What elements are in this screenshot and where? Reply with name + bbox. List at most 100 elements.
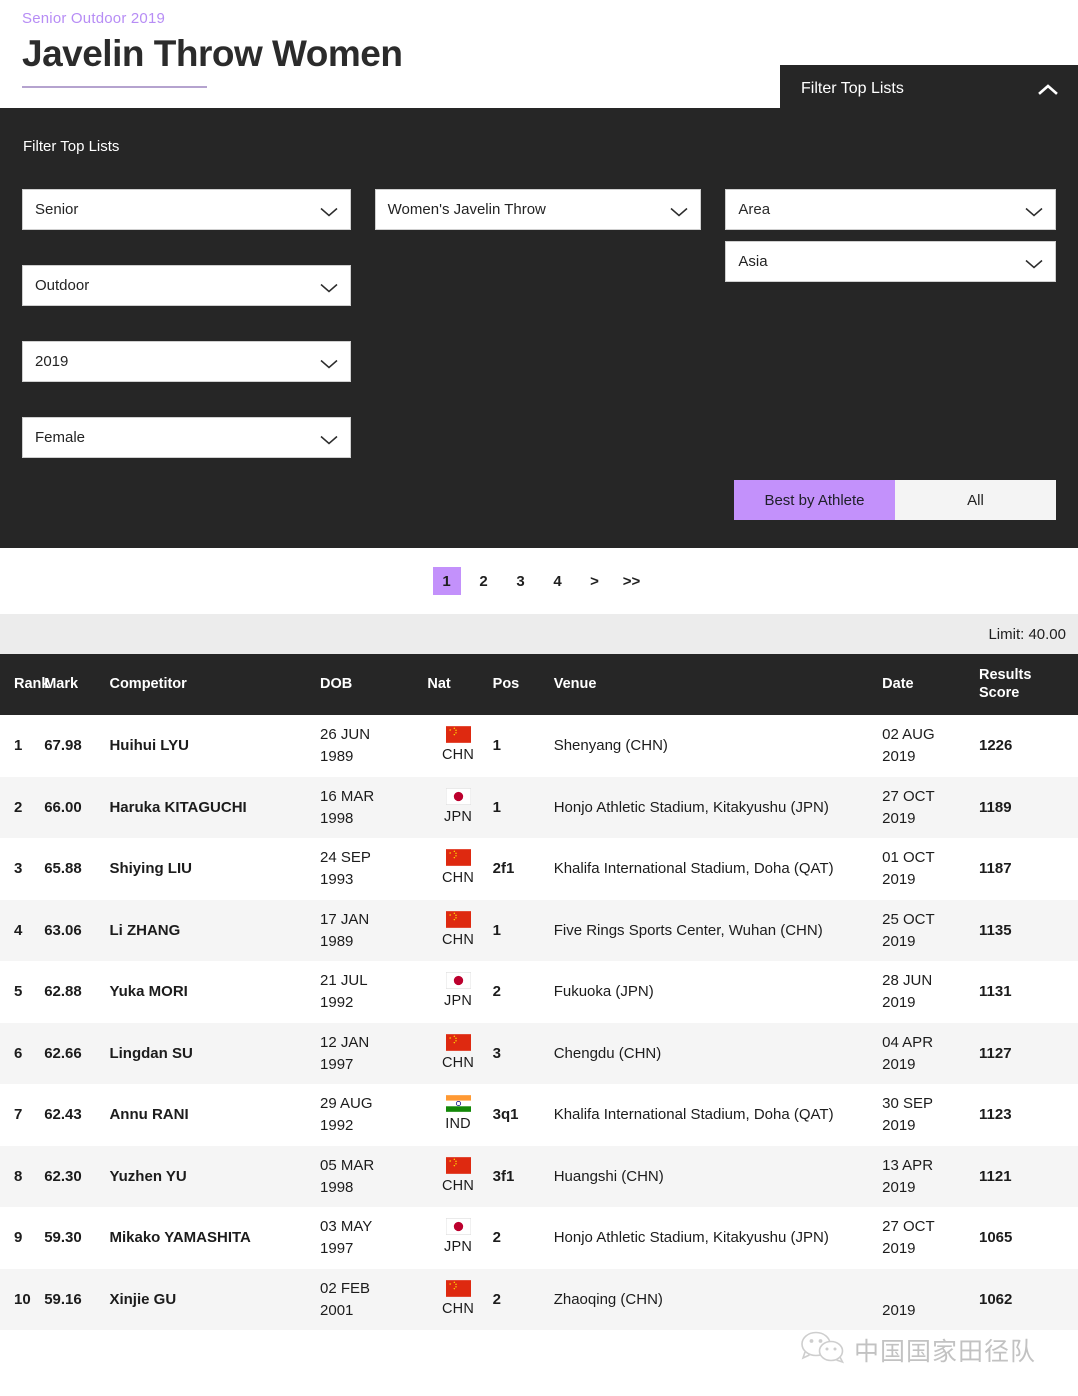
cell-competitor[interactable]: Annu RANI bbox=[109, 1084, 320, 1146]
select-discipline[interactable]: Women's Javelin Throw bbox=[374, 189, 702, 230]
select-region[interactable]: Asia bbox=[725, 241, 1056, 282]
cell-nationality: CHN bbox=[427, 715, 492, 777]
cell-date: 27 OCT 2019 bbox=[882, 787, 935, 827]
select-environment[interactable]: Outdoor bbox=[22, 265, 351, 306]
table-row[interactable]: 1 67.98 Huihui LYU 26 JUN 1989 CHN 1 Shenyang (… bbox=[0, 715, 1078, 777]
flag-india-icon bbox=[445, 1095, 471, 1112]
page-4-button[interactable]: 4 bbox=[544, 567, 572, 595]
cell-results-score: 1065 bbox=[979, 1229, 1013, 1247]
column-header-pos[interactable]: Pos bbox=[492, 654, 554, 716]
page-1-button[interactable]: 1 bbox=[432, 567, 461, 595]
page-2-button[interactable]: 2 bbox=[470, 567, 498, 595]
cell-position: 1 bbox=[492, 737, 501, 755]
filter-column-right: Area Asia bbox=[725, 189, 1056, 317]
pagination: 1 2 3 4 > >> bbox=[0, 548, 1078, 614]
column-header-competitor[interactable]: Competitor bbox=[109, 654, 321, 716]
nationality-code: CHN bbox=[442, 747, 475, 764]
cell-position: 2f1 bbox=[492, 860, 515, 878]
column-header-mark[interactable]: Mark bbox=[44, 654, 110, 716]
cell-dob: 17 JAN 1989 bbox=[320, 910, 370, 950]
cell-date: 13 APR 2019 bbox=[882, 1156, 934, 1196]
table-header-row: Rank Mark Competitor DOB Nat Pos Venue D… bbox=[0, 654, 1078, 716]
title-underline bbox=[22, 85, 207, 88]
select-gender[interactable]: Female bbox=[22, 417, 351, 458]
cell-mark: 67.98 bbox=[44, 737, 82, 755]
page-3-button[interactable]: 3 bbox=[507, 567, 535, 595]
toggle-best-by-athlete[interactable]: Best by Athlete bbox=[734, 480, 895, 520]
cell-position: 3 bbox=[492, 1044, 501, 1062]
table-row[interactable]: 8 62.30 Yuzhen YU 05 MAR 1998 CHN 3f1 Huangshi … bbox=[0, 1145, 1078, 1208]
cell-results-score: 1123 bbox=[979, 1106, 1012, 1124]
cell-nationality: JPN bbox=[427, 1207, 492, 1269]
cell-dob: 03 MAY 1997 bbox=[320, 1218, 373, 1258]
table-row[interactable]: 6 62.66 Lingdan SU 12 JAN 1997 CHN 3 Chengdu (C… bbox=[0, 1022, 1078, 1085]
cell-results-score: 1189 bbox=[979, 798, 1012, 816]
cell-position: 1 bbox=[492, 921, 501, 939]
next-page-button[interactable]: > bbox=[581, 567, 609, 595]
column-header-venue[interactable]: Venue bbox=[553, 654, 883, 716]
chevron-down-icon[interactable] bbox=[320, 280, 338, 292]
cell-rank: 7 bbox=[14, 1106, 23, 1124]
cell-rank: 1 bbox=[14, 737, 23, 755]
cell-position: 3q1 bbox=[492, 1106, 519, 1124]
toggle-all[interactable]: All bbox=[895, 480, 1056, 520]
cell-dob: 12 JAN 1997 bbox=[320, 1033, 370, 1073]
cell-results-score: 1135 bbox=[979, 921, 1012, 939]
chevron-down-icon[interactable] bbox=[1025, 256, 1043, 268]
chevron-down-icon[interactable] bbox=[320, 204, 338, 216]
chevron-down-icon[interactable] bbox=[670, 204, 688, 216]
column-header-nat[interactable]: Nat bbox=[427, 654, 493, 716]
cell-mark: 66.00 bbox=[44, 798, 82, 816]
nationality-code: JPN bbox=[444, 1239, 473, 1256]
cell-competitor[interactable]: Haruka KITAGUCHI bbox=[109, 777, 320, 839]
table-row[interactable]: 2 66.00 Haruka KITAGUCHI 16 MAR 1998 JPN 1 Honj… bbox=[0, 776, 1078, 839]
table-row[interactable]: 4 63.06 Li ZHANG 17 JAN 1989 CHN 1 Five Rings S… bbox=[0, 899, 1078, 962]
cell-position: 3f1 bbox=[492, 1167, 515, 1185]
cell-dob: 24 SEP 1993 bbox=[320, 849, 371, 889]
select-area-value: Area bbox=[738, 201, 771, 218]
top-list-table: Rank Mark Competitor DOB Nat Pos Venue D… bbox=[0, 654, 1078, 1331]
results-mode-toggle: Best by Athlete All bbox=[734, 480, 1056, 520]
chevron-down-icon[interactable] bbox=[1025, 204, 1043, 216]
breadcrumb-eyebrow: Senior Outdoor 2019 bbox=[22, 10, 166, 27]
table-row[interactable]: 9 59.30 Mikako YAMASHITA 03 MAY 1997 JPN 2 Honj… bbox=[0, 1207, 1078, 1269]
chevron-up-icon[interactable] bbox=[1038, 83, 1058, 95]
cell-competitor[interactable]: Huihui LYU bbox=[109, 715, 320, 777]
cell-competitor[interactable]: Mikako YAMASHITA bbox=[109, 1207, 320, 1269]
column-header-dob[interactable]: DOB bbox=[320, 654, 428, 716]
cell-competitor[interactable]: Yuka MORI bbox=[109, 961, 320, 1023]
cell-venue: Zhaoqing (CHN) bbox=[553, 1290, 663, 1308]
last-page-button[interactable]: >> bbox=[618, 567, 646, 595]
column-header-rank[interactable]: Rank bbox=[0, 654, 49, 716]
chevron-down-icon[interactable] bbox=[320, 356, 338, 368]
cell-competitor[interactable]: Xinjie GU bbox=[109, 1269, 320, 1331]
column-header-date[interactable]: Date bbox=[882, 654, 979, 716]
cell-competitor[interactable]: Yuzhen YU bbox=[109, 1146, 320, 1208]
column-header-results-score[interactable]: Results Score bbox=[979, 654, 1078, 716]
table-row[interactable]: 3 65.88 Shiying LIU 24 SEP 1993 CHN 2f1 Khalifa… bbox=[0, 838, 1078, 900]
nationality-code: CHN bbox=[442, 931, 475, 948]
filter-top-lists-toggle[interactable]: Filter Top Lists bbox=[780, 65, 1078, 113]
cell-competitor[interactable]: Li ZHANG bbox=[109, 900, 320, 962]
limit-text: Limit: 40.00 bbox=[988, 625, 1066, 643]
select-age-category[interactable]: Senior bbox=[22, 189, 351, 230]
cell-results-score: 1187 bbox=[979, 860, 1012, 878]
cell-date: 25 OCT 2019 bbox=[882, 910, 935, 950]
table-row[interactable]: 7 62.43 Annu RANI 29 AUG 1992 IND 3q1 Khalifa I… bbox=[0, 1084, 1078, 1146]
cell-rank: 8 bbox=[14, 1167, 23, 1185]
cell-venue: Honjo Athletic Stadium, Kitakyushu (JPN) bbox=[553, 1229, 829, 1247]
cell-results-score: 1131 bbox=[979, 983, 1012, 1001]
select-area[interactable]: Area bbox=[725, 189, 1056, 230]
flag-japan-icon bbox=[445, 787, 471, 805]
cell-competitor[interactable]: Lingdan SU bbox=[109, 1023, 320, 1085]
chevron-down-icon[interactable] bbox=[320, 432, 338, 444]
table-row[interactable]: 10 59.16 Xinjie GU 02 FEB 2001 CHN 2 Zhaoqing (… bbox=[0, 1268, 1078, 1331]
select-season-year[interactable]: 2019 bbox=[22, 341, 351, 382]
cell-mark: 63.06 bbox=[44, 921, 82, 939]
cell-mark: 62.43 bbox=[44, 1106, 82, 1124]
cell-competitor[interactable]: Shiying LIU bbox=[109, 838, 320, 900]
cell-rank: 10 bbox=[14, 1290, 31, 1308]
table-row[interactable]: 5 62.88 Yuka MORI 21 JUL 1992 JPN 2 Fukuoka (JP… bbox=[0, 961, 1078, 1023]
cell-rank: 3 bbox=[14, 860, 23, 878]
cell-date: 30 SEP 2019 bbox=[882, 1095, 934, 1135]
